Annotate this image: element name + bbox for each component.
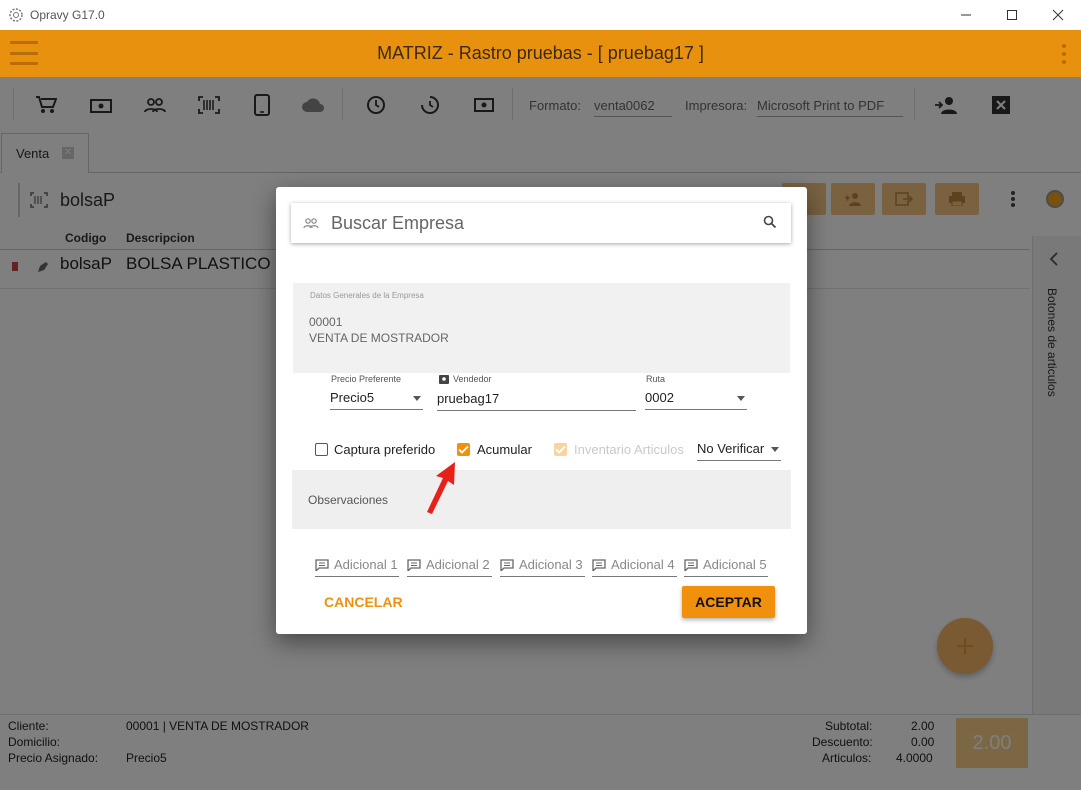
adicional-3-field[interactable]: Adicional 3	[500, 553, 585, 577]
comment-icon	[592, 558, 606, 571]
inventario-articulos-checkbox	[554, 443, 567, 456]
vendedor-field-label: Vendedor	[439, 374, 492, 384]
adicional-4-label: Adicional 4	[611, 557, 675, 572]
adicional-5-field[interactable]: Adicional 5	[684, 553, 768, 577]
adicional-1-field[interactable]: Adicional 1	[315, 553, 399, 577]
adicional-2-field[interactable]: Adicional 2	[407, 553, 492, 577]
adicional-4-field[interactable]: Adicional 4	[592, 553, 677, 577]
window-title: Opravy G17.0	[30, 8, 105, 22]
observaciones-field[interactable]: Observaciones	[292, 470, 791, 529]
datos-generales-label: Datos Generales de la Empresa	[310, 291, 424, 300]
comment-icon	[684, 558, 698, 571]
empresa-code: 00001	[309, 315, 343, 329]
verificar-select[interactable]: No Verificar	[697, 437, 781, 461]
ruta-label: Ruta	[646, 374, 666, 384]
close-icon	[1052, 9, 1064, 21]
vendedor-label: Vendedor	[453, 374, 492, 384]
app-logo-icon	[8, 7, 24, 23]
empresa-search-bar[interactable]	[291, 203, 791, 243]
vendedor-value: pruebag17	[437, 391, 500, 406]
captura-preferido-label: Captura preferido	[334, 442, 436, 457]
precio-preferente-label: Precio Preferente	[331, 374, 402, 384]
people-icon	[303, 217, 319, 229]
acumular-checkbox[interactable]	[457, 443, 470, 456]
cancel-button[interactable]: CANCELAR	[324, 594, 403, 610]
check-icon	[458, 445, 469, 454]
verificar-value: No Verificar	[697, 441, 765, 456]
precio-preferente-value: Precio5	[330, 390, 375, 405]
dropdown-arrow-icon	[413, 396, 421, 401]
ruta-select[interactable]: 0002	[645, 386, 747, 410]
ruta-value: 0002	[645, 390, 674, 405]
vendedor-field[interactable]: pruebag17	[437, 387, 636, 411]
check-icon	[555, 445, 566, 454]
inventario-articulos-label: Inventario Articulos	[574, 442, 684, 457]
empresa-search-input[interactable]	[331, 212, 741, 234]
app-header: MATRIZ - Rastro pruebas - [ pruebag17 ]	[0, 30, 1081, 77]
adicional-2-label: Adicional 2	[426, 557, 490, 572]
empresa-dialog: Datos Generales de la Empresa 00001 VENT…	[276, 187, 807, 634]
dropdown-arrow-icon	[771, 447, 779, 452]
comment-icon	[500, 558, 514, 571]
minimize-icon	[961, 14, 971, 16]
window-titlebar: Opravy G17.0	[0, 0, 1081, 30]
more-options-icon[interactable]	[1061, 44, 1067, 64]
adicional-5-label: Adicional 5	[703, 557, 767, 572]
comment-icon	[407, 558, 421, 571]
acumular-label: Acumular	[477, 442, 532, 457]
adicional-1-label: Adicional 1	[334, 557, 398, 572]
comment-icon	[315, 558, 329, 571]
precio-preferente-select[interactable]: Precio5	[330, 386, 423, 410]
annotation-arrow-icon	[427, 462, 455, 514]
header-title: MATRIZ - Rastro pruebas - [ pruebag17 ]	[377, 43, 704, 63]
hamburger-menu-icon[interactable]	[10, 41, 38, 65]
captura-preferido-checkbox[interactable]	[315, 443, 328, 456]
badge-icon	[439, 375, 449, 384]
close-window-button[interactable]	[1035, 0, 1081, 30]
minimize-button[interactable]	[943, 0, 989, 30]
maximize-button[interactable]	[989, 0, 1035, 30]
datos-generales-panel: Datos Generales de la Empresa 00001 VENT…	[293, 283, 790, 373]
maximize-icon	[1007, 10, 1017, 20]
dropdown-arrow-icon	[737, 396, 745, 401]
accept-button[interactable]: ACEPTAR	[682, 586, 775, 618]
search-icon[interactable]	[763, 215, 777, 229]
adicional-3-label: Adicional 3	[519, 557, 583, 572]
empresa-name: VENTA DE MOSTRADOR	[309, 331, 449, 345]
